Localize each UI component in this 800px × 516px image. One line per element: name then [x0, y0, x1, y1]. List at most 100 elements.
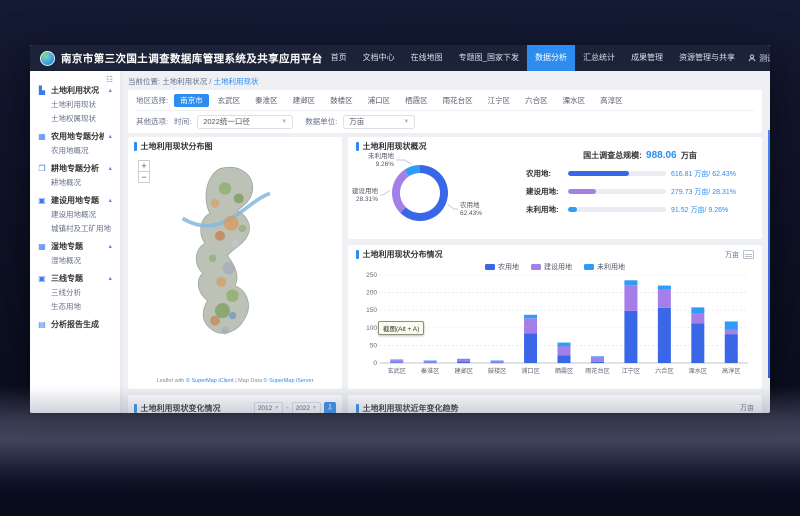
region-pill-栖霞区[interactable]: 栖霞区	[399, 94, 434, 107]
region-pill-高淳区[interactable]: 高淳区	[594, 94, 629, 107]
sidebar-group-耕地专题分析[interactable]: ❐耕地专题分析▲	[30, 161, 120, 176]
sidebar-item-生态用地[interactable]: 生态用地	[30, 300, 120, 314]
download-icon[interactable]: ⇩	[324, 402, 336, 413]
bar-栖霞区-建设用地[interactable]	[558, 346, 571, 355]
nav-item[interactable]: 在线地图	[403, 45, 451, 71]
bar-江宁区-未利用地[interactable]	[624, 280, 637, 285]
map-area[interactable]: + −	[134, 154, 336, 385]
sidebar-item-耕地概况[interactable]: 耕地概况	[30, 176, 120, 190]
bar-鼓楼区-农用地[interactable]	[491, 363, 504, 364]
bar-秦淮区-未利用地[interactable]	[424, 361, 437, 362]
bar-秦淮区-农用地[interactable]	[424, 363, 437, 364]
region-pill-秦淮区[interactable]: 秦淮区	[249, 94, 284, 107]
collapse-arrow-icon[interactable]: ▲	[108, 88, 113, 94]
bar-六合区-建设用地[interactable]	[658, 289, 671, 307]
bar-溧水区-未利用地[interactable]	[691, 307, 704, 313]
bar-鼓楼区-建设用地[interactable]	[491, 361, 504, 363]
nav-item[interactable]: 首页	[323, 45, 355, 71]
bar-秦淮区-建设用地[interactable]	[424, 361, 437, 363]
nav-item[interactable]: 资源管理与共享	[671, 45, 743, 71]
region-pill-玄武区[interactable]: 玄武区	[212, 94, 247, 107]
nav-item[interactable]: 成果管理	[623, 45, 671, 71]
region-pill-溧水区[interactable]: 溧水区	[557, 94, 592, 107]
breadcrumb-parent[interactable]: 土地利用状况	[162, 77, 207, 86]
sidebar-collapse-icon[interactable]: ☷	[106, 76, 113, 84]
bar-高淳区-未利用地[interactable]	[725, 321, 738, 329]
sidebar-item-湿地概况[interactable]: 湿地概况	[30, 254, 120, 268]
bar-建邺区-建设用地[interactable]	[457, 359, 470, 361]
sidebar-group-三线专题[interactable]: ▣三线专题▲	[30, 271, 120, 286]
sidebar-group-湿地专题[interactable]: ▦湿地专题▲	[30, 239, 120, 254]
bar-玄武区-建设用地[interactable]	[390, 360, 403, 362]
bar-江宁区-建设用地[interactable]	[624, 285, 637, 311]
bar-栖霞区-农用地[interactable]	[558, 355, 571, 363]
sidebar-item-三线分析[interactable]: 三线分析	[30, 286, 120, 300]
sidebar-group-农用地专题分析[interactable]: ▦农用地专题分析▲	[30, 129, 120, 144]
nav-item[interactable]: 数据分析	[527, 45, 575, 71]
collapse-arrow-icon[interactable]: ▲	[108, 198, 113, 204]
nav-item[interactable]: 文档中心	[355, 45, 403, 71]
folder-icon: ▣	[37, 197, 47, 205]
region-pill-雨花台区[interactable]: 雨花台区	[437, 94, 479, 107]
bar-雨花台区-建设用地[interactable]	[591, 357, 604, 362]
stat-value: 616.81 万亩/ 62.43%	[666, 169, 754, 179]
attribution-link-iserver[interactable]: © SuperMap iServer	[264, 378, 314, 384]
x-tick-label: 秦淮区	[421, 367, 440, 375]
bar-溧水区-建设用地[interactable]	[691, 314, 704, 324]
region-pill-浦口区[interactable]: 浦口区	[362, 94, 397, 107]
legend-item-未利用地[interactable]: 未利用地	[584, 262, 625, 272]
bar-六合区-未利用地[interactable]	[658, 286, 671, 290]
bar-栖霞区-未利用地[interactable]	[558, 343, 571, 347]
collapse-arrow-icon[interactable]: ▲	[108, 166, 113, 172]
collapse-arrow-icon[interactable]: ▲	[108, 276, 113, 282]
region-pill-鼓楼区[interactable]: 鼓楼区	[324, 94, 359, 107]
collapse-arrow-icon[interactable]: ▲	[108, 134, 113, 140]
legend-item-农用地[interactable]: 农用地	[485, 262, 519, 272]
bar-浦口区-未利用地[interactable]	[524, 315, 537, 319]
nav-item[interactable]: 专题图_国家下发	[451, 45, 527, 71]
bar-建邺区-农用地[interactable]	[457, 362, 470, 363]
right-column: 土地利用现状概况 农用地62.43%建设用地28.31%未利用地9.26% 国土…	[348, 137, 762, 389]
trend-panel: 土地利用现状近年变化趋势 万亩	[348, 395, 762, 413]
sidebar-group-土地利用状况[interactable]: ▙土地利用状况▲	[30, 83, 120, 98]
attribution-text: Leaflet with	[157, 378, 186, 384]
bar-建邺区-未利用地[interactable]	[457, 359, 470, 360]
collapse-arrow-icon[interactable]: ▲	[108, 244, 113, 250]
sidebar-group-建设用地专题[interactable]: ▣建设用地专题▲	[30, 193, 120, 208]
year-from-select[interactable]: 2012 ▼	[254, 402, 283, 413]
region-pill-六合区[interactable]: 六合区	[519, 94, 554, 107]
bar-玄武区-未利用地[interactable]	[390, 359, 403, 360]
sidebar-item-土地权属现状[interactable]: 土地权属现状	[30, 112, 120, 126]
sidebar-item-建设用地概况[interactable]: 建设用地概况	[30, 208, 120, 222]
region-pill-建邺区[interactable]: 建邺区	[287, 94, 322, 107]
bar-雨花台区-农用地[interactable]	[591, 362, 604, 363]
year-to-select[interactable]: 2022 ▼	[292, 402, 321, 413]
zoom-out-button[interactable]: −	[138, 171, 150, 183]
bar-浦口区-建设用地[interactable]	[524, 318, 537, 333]
bar-高淳区-农用地[interactable]	[725, 334, 738, 363]
bar-六合区-农用地[interactable]	[658, 308, 671, 363]
bar-高淳区-建设用地[interactable]	[725, 330, 738, 335]
bar-江宁区-农用地[interactable]	[624, 311, 637, 363]
sidebar-item-农用地概况[interactable]: 农用地概况	[30, 144, 120, 158]
table-toggle-icon[interactable]	[743, 250, 754, 259]
title-accent-bar	[134, 404, 137, 413]
sidebar-item-土地利用现状[interactable]: 土地利用现状	[30, 98, 120, 112]
legend-item-建设用地[interactable]: 建设用地	[531, 262, 572, 272]
sidebar-item-城镇村及工矿用地[interactable]: 城镇村及工矿用地	[30, 222, 120, 236]
bar-鼓楼区-未利用地[interactable]	[491, 361, 504, 362]
bar-雨花台区-未利用地[interactable]	[591, 356, 604, 357]
sidebar-group-分析报告生成[interactable]: ▤分析报告生成	[30, 317, 120, 332]
region-pill-南京市[interactable]: 南京市	[174, 94, 209, 107]
time-select[interactable]: 2022统一口径 ▼	[197, 115, 293, 129]
nav-item[interactable]: 汇总统计	[575, 45, 623, 71]
user-account[interactable]: 测试账号	[748, 53, 770, 64]
bar-浦口区-农用地[interactable]	[524, 333, 537, 363]
x-tick-label: 玄武区	[387, 367, 406, 375]
bar-玄武区-农用地[interactable]	[390, 362, 403, 363]
bar-溧水区-农用地[interactable]	[691, 323, 704, 363]
title-accent-bar	[356, 250, 359, 259]
attribution-link-iclient[interactable]: © SuperMap iClient	[186, 378, 234, 384]
region-pill-江宁区[interactable]: 江宁区	[482, 94, 517, 107]
unit-select[interactable]: 万亩 ▼	[343, 115, 415, 129]
